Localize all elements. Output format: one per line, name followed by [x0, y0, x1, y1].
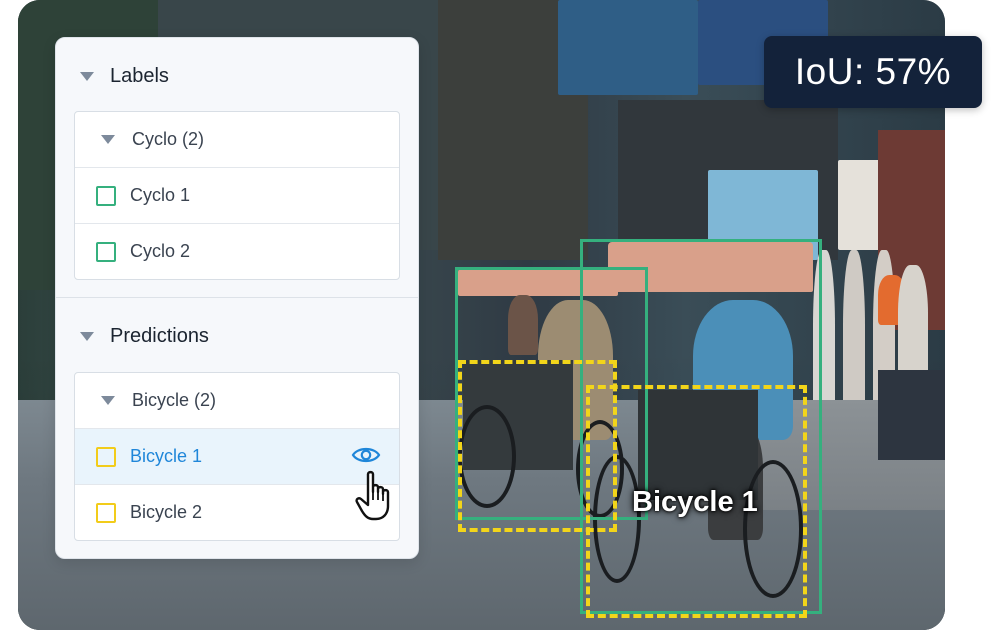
labels-group-header-label: Cyclo (2): [132, 129, 205, 149]
checkbox-icon[interactable]: [96, 241, 116, 262]
label-item-cyclo-1[interactable]: Cyclo 1: [75, 168, 399, 224]
caret-down-icon: [101, 135, 115, 144]
predictions-group-header-label: Bicycle (2): [132, 390, 217, 410]
section-divider: [56, 297, 418, 298]
labels-group-header[interactable]: Cyclo (2): [75, 112, 399, 168]
checkbox-icon[interactable]: [96, 446, 116, 467]
label-item-text: Cyclo 1: [130, 185, 191, 205]
prediction-item-text: Bicycle 1: [130, 446, 203, 466]
predictions-group-header[interactable]: Bicycle (2): [75, 373, 399, 429]
hand-pointer-icon: [355, 470, 390, 521]
label-item-cyclo-2[interactable]: Cyclo 2: [75, 224, 399, 279]
checkbox-icon[interactable]: [96, 502, 116, 523]
iou-badge: IoU: 57%: [764, 36, 982, 108]
labels-section-title: Labels: [110, 65, 169, 87]
prediction-item-bicycle-2[interactable]: Bicycle 2: [75, 485, 399, 540]
predictions-section-header[interactable]: Predictions: [80, 325, 209, 348]
eye-icon[interactable]: [351, 444, 381, 466]
labels-group: Cyclo (2) Cyclo 1 Cyclo 2: [74, 111, 400, 280]
caret-down-icon: [80, 332, 94, 341]
caret-down-icon: [101, 396, 115, 405]
predictions-group: Bicycle (2) Bicycle 1 Bicycle 2: [74, 372, 400, 541]
label-item-text: Cyclo 2: [130, 241, 191, 261]
labels-section-header[interactable]: Labels: [80, 65, 169, 88]
checkbox-icon[interactable]: [96, 185, 116, 206]
prediction-item-text: Bicycle 2: [130, 502, 203, 522]
prediction-item-bicycle-1[interactable]: Bicycle 1: [75, 429, 399, 485]
predictions-section-title: Predictions: [110, 325, 209, 347]
caret-down-icon: [80, 72, 94, 81]
prediction-box-label: Bicycle 1: [632, 486, 758, 518]
